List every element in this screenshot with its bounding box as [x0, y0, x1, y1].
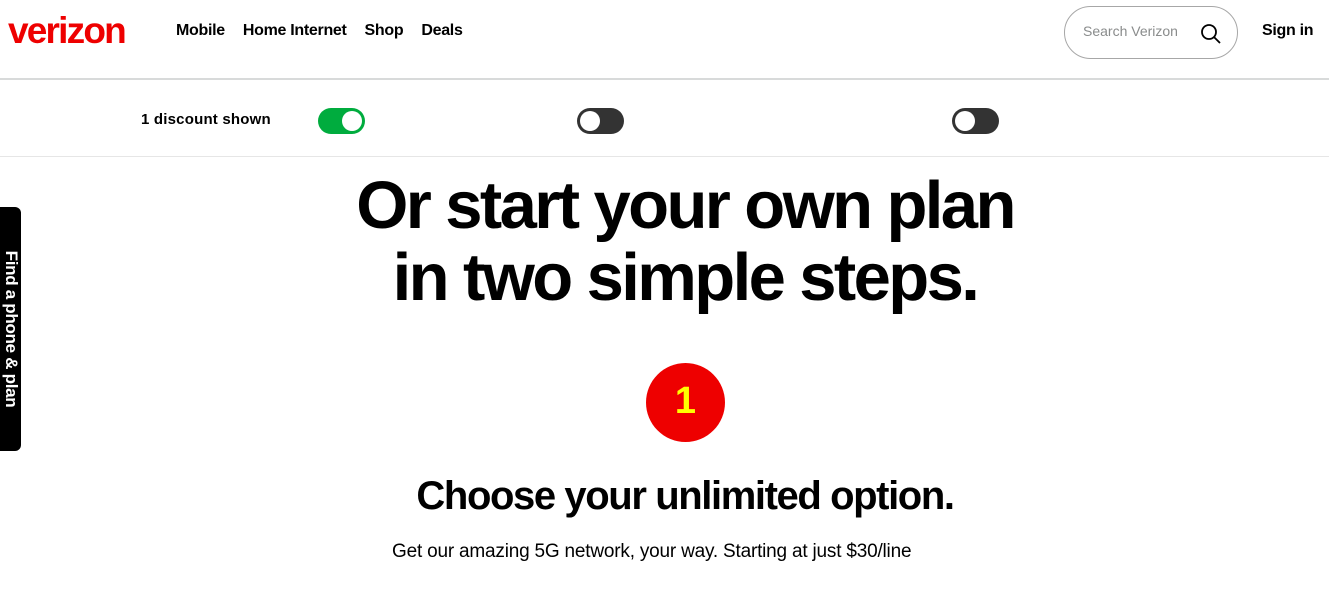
- discount-toggle-3[interactable]: [952, 108, 999, 134]
- sign-in-link[interactable]: Sign in: [1262, 22, 1314, 40]
- toggle-knob: [580, 111, 600, 131]
- discount-toggle-2[interactable]: [577, 108, 624, 134]
- toggle-knob: [955, 111, 975, 131]
- global-header: verizon Mobile Home Internet Shop Deals …: [0, 0, 1329, 80]
- headline-line-2: in two simple steps.: [392, 240, 980, 315]
- discount-bar: 1 discount shown: [0, 82, 1329, 157]
- nav-deals[interactable]: Deals: [421, 22, 463, 40]
- toggle-knob: [342, 111, 362, 131]
- discount-count: 1 discount shown: [141, 111, 271, 128]
- verizon-logo[interactable]: verizon: [8, 10, 127, 52]
- headline-line-1: Or start your own plan: [356, 168, 1016, 243]
- step-number: 1: [674, 380, 697, 422]
- main-nav: Mobile Home Internet Shop Deals: [176, 22, 463, 40]
- step-description: Get our amazing 5G network, your way. St…: [392, 541, 912, 562]
- step-title: Choose your unlimited option.: [416, 474, 955, 518]
- search-icon[interactable]: [1199, 22, 1223, 46]
- brand-wordmark: verizon: [8, 10, 127, 51]
- discount-toggle-1[interactable]: [318, 108, 365, 134]
- step-1-badge: 1: [646, 363, 725, 442]
- nav-home-internet[interactable]: Home Internet: [243, 22, 347, 40]
- nav-mobile[interactable]: Mobile: [176, 22, 225, 40]
- nav-shop[interactable]: Shop: [365, 22, 404, 40]
- search-input[interactable]: [1083, 23, 1193, 39]
- search-box[interactable]: [1064, 6, 1238, 59]
- page-headline: Or start your own plan in two simple ste…: [0, 170, 1329, 314]
